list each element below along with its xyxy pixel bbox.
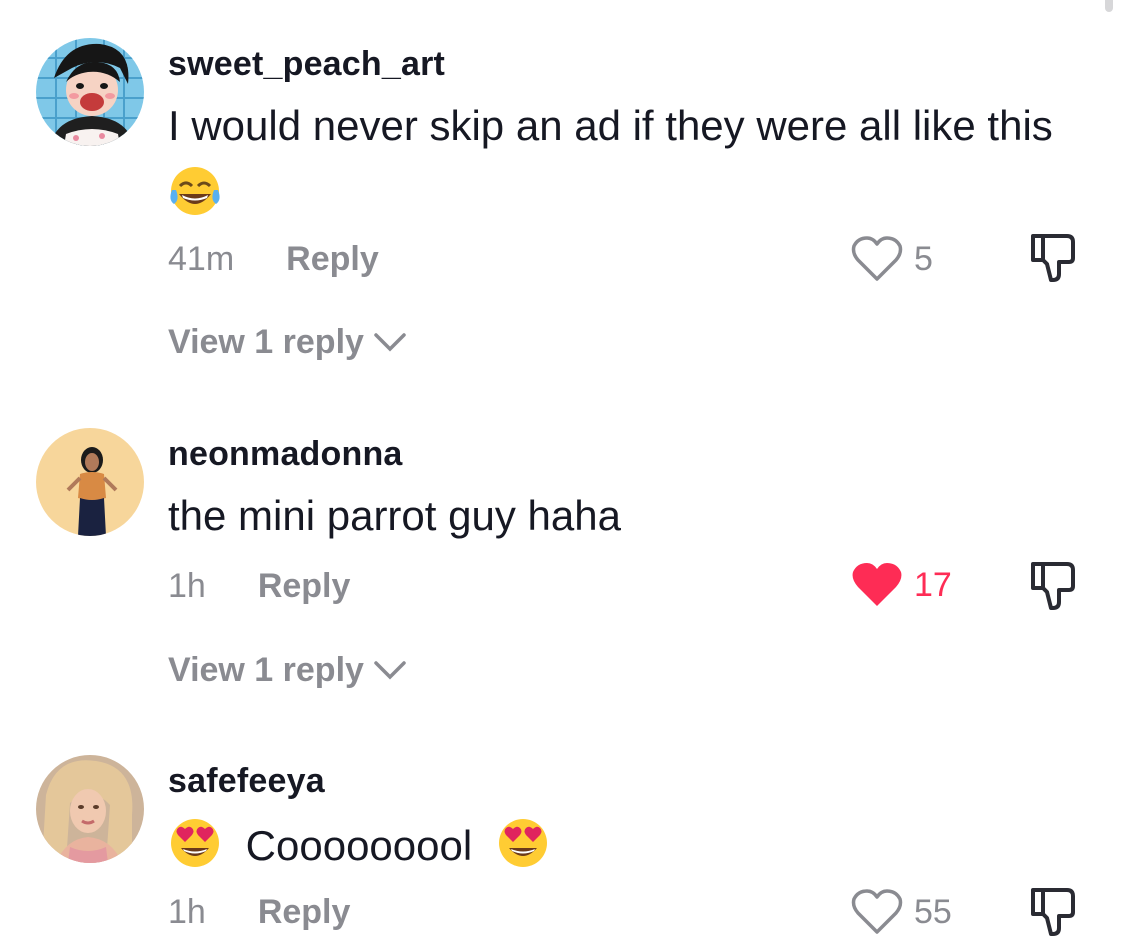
dislike-button[interactable] — [1025, 884, 1081, 940]
heart-eyes-icon — [498, 819, 547, 867]
reply-button[interactable]: Reply — [286, 240, 379, 279]
comment-text-body: the mini parrot guy haha — [168, 492, 621, 539]
timestamp: 1h — [168, 893, 206, 931]
avatar[interactable] — [36, 38, 144, 146]
thumbs-down-icon — [1031, 562, 1075, 610]
view-replies-label: View 1 reply — [168, 651, 364, 689]
chevron-down-icon — [374, 660, 406, 679]
scroll-indicator[interactable] — [1105, 0, 1113, 12]
comment-text-body: Cooooooool — [245, 822, 473, 869]
like-count: 5 — [914, 239, 933, 278]
comment-text: Cooooooool — [168, 812, 1088, 880]
heart-filled-icon — [852, 563, 902, 606]
comment-text: I would never skip an ad if they were al… — [168, 92, 1088, 228]
thumbs-down-icon — [1031, 234, 1075, 282]
username[interactable]: safefeeya — [168, 762, 325, 801]
comment-meta: 41m Reply — [168, 240, 379, 279]
reply-button[interactable]: Reply — [258, 893, 351, 932]
timestamp: 1h — [168, 567, 206, 605]
like-count: 55 — [914, 892, 952, 931]
chevron-down-icon — [374, 332, 406, 351]
avatar[interactable] — [36, 428, 144, 536]
heart-eyes-icon — [171, 819, 219, 867]
timestamp: 41m — [168, 240, 235, 278]
like-button[interactable]: 55 — [850, 888, 952, 936]
like-button[interactable]: 5 — [850, 235, 933, 283]
avatar[interactable] — [36, 755, 144, 863]
dislike-button[interactable] — [1025, 230, 1081, 286]
comment-text-body: I would never skip an ad if they were al… — [168, 102, 1053, 149]
like-count: 17 — [914, 565, 952, 604]
like-button[interactable]: 17 — [850, 561, 952, 609]
username[interactable]: neonmadonna — [168, 435, 403, 474]
comment-meta: 1h Reply — [168, 567, 350, 606]
view-replies-button[interactable]: View 1 reply — [168, 651, 408, 690]
comment-text: the mini parrot guy haha — [168, 482, 1088, 550]
dislike-button[interactable] — [1025, 558, 1081, 614]
reply-button[interactable]: Reply — [258, 567, 351, 606]
heart-outline-icon — [851, 236, 903, 281]
view-replies-button[interactable]: View 1 reply — [168, 323, 408, 362]
view-replies-label: View 1 reply — [168, 323, 364, 361]
face-with-tears-of-joy-icon — [170, 167, 220, 215]
thumbs-down-icon — [1031, 888, 1075, 936]
username[interactable]: sweet_peach_art — [168, 45, 445, 84]
heart-outline-icon — [851, 889, 903, 934]
comment-meta: 1h Reply — [168, 893, 350, 932]
